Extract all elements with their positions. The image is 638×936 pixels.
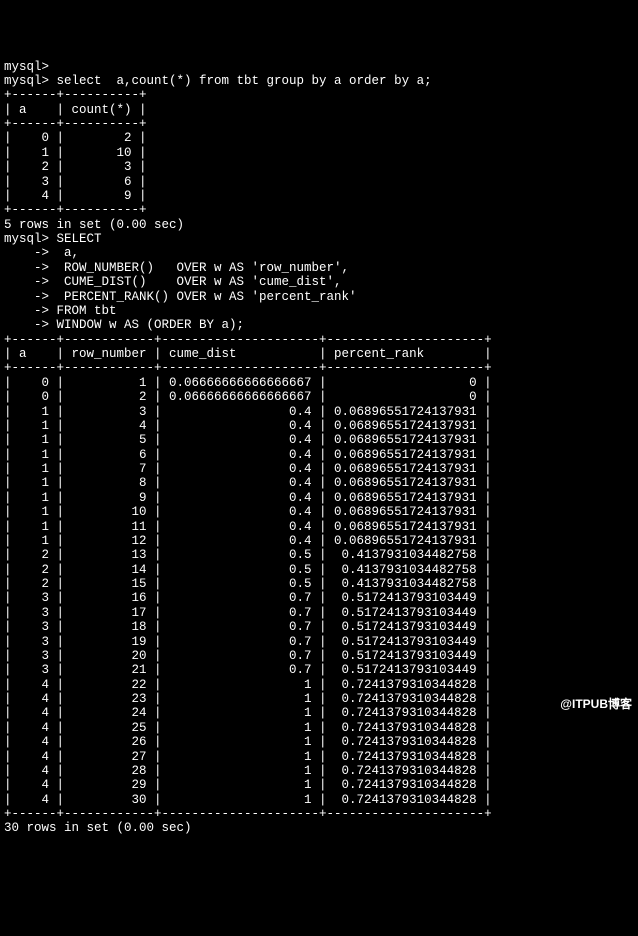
watermark-text: @ITPUB博客 <box>560 698 632 712</box>
terminal-output: mysql> mysql> select a,count(*) from tbt… <box>4 60 634 836</box>
